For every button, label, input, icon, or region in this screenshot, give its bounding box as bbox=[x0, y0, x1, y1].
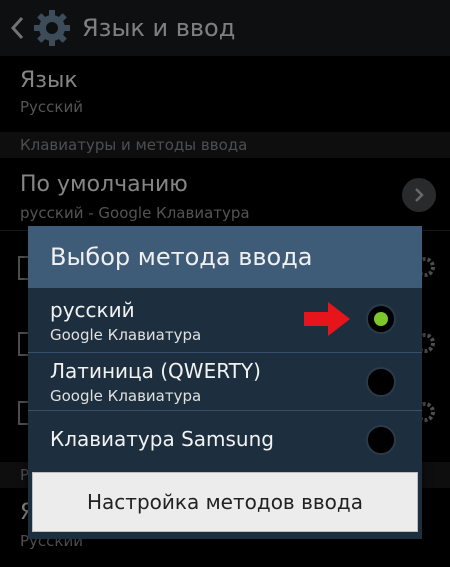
input-method-dialog: Выбор метода ввода русский Google Клавиа… bbox=[28, 226, 422, 539]
option-title: Клавиатура Samsung bbox=[50, 427, 274, 451]
input-method-settings-button[interactable]: Настройка методов ввода bbox=[32, 472, 418, 532]
option-subtitle: Google Клавиатура bbox=[50, 387, 202, 405]
red-arrow-icon bbox=[304, 302, 350, 336]
radio-selected[interactable] bbox=[366, 304, 396, 334]
option-russian[interactable]: русский Google Клавиатура bbox=[28, 290, 422, 352]
radio-unselected[interactable] bbox=[366, 425, 396, 455]
dialog-title: Выбор метода ввода bbox=[28, 226, 422, 288]
option-subtitle: Google Клавиатура bbox=[50, 326, 202, 344]
radio-unselected[interactable] bbox=[366, 367, 396, 397]
option-title: Латиница (QWERTY) bbox=[50, 359, 261, 383]
option-latin-qwerty[interactable]: Латиница (QWERTY) Google Клавиатура bbox=[28, 353, 422, 415]
option-title: русский bbox=[50, 298, 135, 322]
option-samsung-keyboard[interactable]: Клавиатура Samsung bbox=[28, 411, 422, 473]
